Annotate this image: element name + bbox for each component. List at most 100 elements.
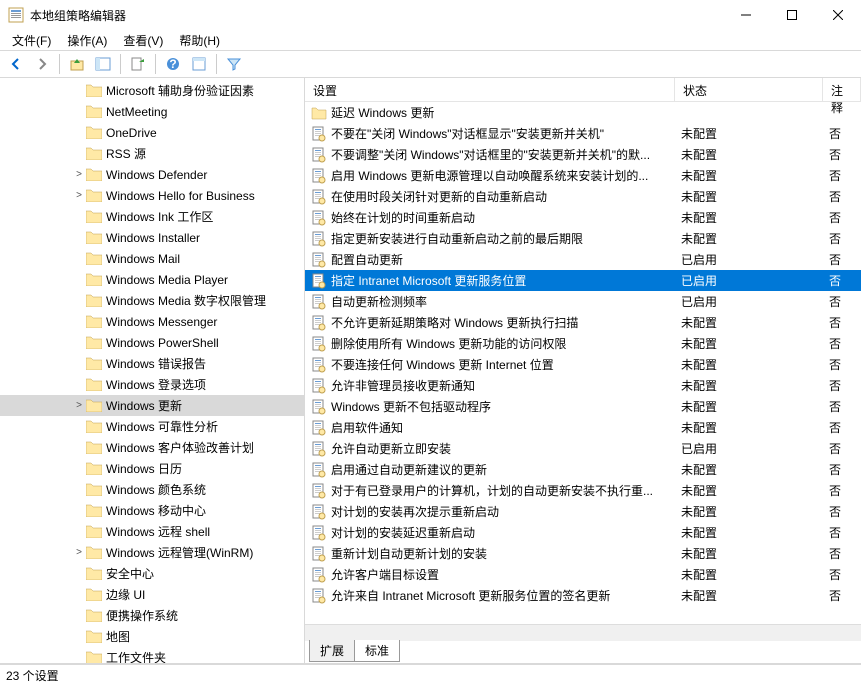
list-row[interactable]: 延迟 Windows 更新: [305, 102, 861, 123]
tree-item[interactable]: Windows 颜色系统: [0, 479, 304, 500]
show-hide-tree-button[interactable]: [91, 52, 115, 76]
comment-cell: 否: [823, 314, 861, 331]
tree-item[interactable]: 工作文件夹: [0, 647, 304, 663]
setting-label: 不要连接任何 Windows 更新 Internet 位置: [331, 356, 554, 373]
tree-item[interactable]: NetMeeting: [0, 101, 304, 122]
list-row[interactable]: 允许非管理员接收更新通知未配置否: [305, 375, 861, 396]
tree-item[interactable]: Windows Media 数字权限管理: [0, 290, 304, 311]
list-body[interactable]: 延迟 Windows 更新不要在"关闭 Windows"对话框显示"安装更新并关…: [305, 102, 861, 624]
svg-text:?: ?: [169, 57, 176, 71]
tree-item[interactable]: Windows 客户体验改善计划: [0, 437, 304, 458]
list-row[interactable]: 允许来自 Intranet Microsoft 更新服务位置的签名更新未配置否: [305, 585, 861, 606]
list-row[interactable]: 删除使用所有 Windows 更新功能的访问权限未配置否: [305, 333, 861, 354]
properties-button[interactable]: [187, 52, 211, 76]
list-row[interactable]: Windows 更新不包括驱动程序未配置否: [305, 396, 861, 417]
maximize-button[interactable]: [769, 0, 815, 30]
filter-button[interactable]: [222, 52, 246, 76]
list-row[interactable]: 不允许更新延期策略对 Windows 更新执行扫描未配置否: [305, 312, 861, 333]
tree-item[interactable]: 地图: [0, 626, 304, 647]
horizontal-scrollbar[interactable]: [305, 624, 861, 641]
list-row[interactable]: 不要调整"关闭 Windows"对话框里的"安装更新并关机"的默...未配置否: [305, 144, 861, 165]
up-button[interactable]: [65, 52, 89, 76]
tree-item[interactable]: >Windows 远程管理(WinRM): [0, 542, 304, 563]
tree-item-label: 地图: [106, 628, 130, 645]
list-row[interactable]: 不要在"关闭 Windows"对话框显示"安装更新并关机"未配置否: [305, 123, 861, 144]
menu-view[interactable]: 查看(V): [115, 30, 171, 51]
tree-item[interactable]: Windows 可靠性分析: [0, 416, 304, 437]
help-button[interactable]: ?: [161, 52, 185, 76]
expander-icon[interactable]: >: [72, 190, 86, 201]
tree-item-label: Windows Media 数字权限管理: [106, 292, 266, 309]
menu-action[interactable]: 操作(A): [59, 30, 115, 51]
minimize-button[interactable]: [723, 0, 769, 30]
tree-item[interactable]: >Windows Hello for Business: [0, 185, 304, 206]
expander-icon[interactable]: >: [72, 547, 86, 558]
list-row[interactable]: 启用软件通知未配置否: [305, 417, 861, 438]
list-row[interactable]: 允许自动更新立即安装已启用否: [305, 438, 861, 459]
expander-icon[interactable]: >: [72, 400, 86, 411]
list-row[interactable]: 始终在计划的时间重新启动未配置否: [305, 207, 861, 228]
column-setting[interactable]: 设置: [305, 78, 675, 101]
list-row[interactable]: 对计划的安装再次提示重新启动未配置否: [305, 501, 861, 522]
back-button[interactable]: [4, 52, 28, 76]
state-cell: 未配置: [675, 377, 823, 394]
tab-standard[interactable]: 标准: [354, 640, 400, 662]
list-row[interactable]: 指定 Intranet Microsoft 更新服务位置已启用否: [305, 270, 861, 291]
tree-item-label: 边缘 UI: [106, 586, 145, 603]
column-state[interactable]: 状态: [675, 78, 823, 101]
list-row[interactable]: 在使用时段关闭针对更新的自动重新启动未配置否: [305, 186, 861, 207]
tree-item[interactable]: >Windows 更新: [0, 395, 304, 416]
menu-help[interactable]: 帮助(H): [171, 30, 228, 51]
column-comment[interactable]: 注释: [823, 78, 861, 101]
tree-item[interactable]: Windows Messenger: [0, 311, 304, 332]
list-row[interactable]: 配置自动更新已启用否: [305, 249, 861, 270]
comment-cell: 否: [823, 125, 861, 142]
list-row[interactable]: 允许客户端目标设置未配置否: [305, 564, 861, 585]
menu-file[interactable]: 文件(F): [4, 30, 59, 51]
state-cell: 已启用: [675, 251, 823, 268]
tree-item[interactable]: Windows 日历: [0, 458, 304, 479]
tree-item[interactable]: 便携操作系统: [0, 605, 304, 626]
tree-item[interactable]: OneDrive: [0, 122, 304, 143]
tree-item[interactable]: Windows PowerShell: [0, 332, 304, 353]
tree-item-label: Windows 登录选项: [106, 376, 206, 393]
list-row[interactable]: 不要连接任何 Windows 更新 Internet 位置未配置否: [305, 354, 861, 375]
policy-icon: [311, 504, 327, 520]
close-button[interactable]: [815, 0, 861, 30]
state-cell: 未配置: [675, 314, 823, 331]
list-row[interactable]: 启用通过自动更新建议的更新未配置否: [305, 459, 861, 480]
tree-item[interactable]: Windows 移动中心: [0, 500, 304, 521]
tree-item[interactable]: Windows Ink 工作区: [0, 206, 304, 227]
list-row[interactable]: 重新计划自动更新计划的安装未配置否: [305, 543, 861, 564]
tree-item[interactable]: Windows 远程 shell: [0, 521, 304, 542]
tree-item[interactable]: >Windows Defender: [0, 164, 304, 185]
list-row[interactable]: 对于有已登录用户的计算机，计划的自动更新安装不执行重...未配置否: [305, 480, 861, 501]
tree-item[interactable]: 边缘 UI: [0, 584, 304, 605]
tree-scroll[interactable]: Microsoft 辅助身份验证因素 NetMeetingOneDriveRSS …: [0, 78, 304, 663]
policy-icon: [311, 441, 327, 457]
policy-icon: [311, 336, 327, 352]
tree-item[interactable]: Windows 登录选项: [0, 374, 304, 395]
list-row[interactable]: 启用 Windows 更新电源管理以自动唤醒系统来安装计划的...未配置否: [305, 165, 861, 186]
tree-item[interactable]: RSS 源: [0, 143, 304, 164]
expander-icon[interactable]: >: [72, 169, 86, 180]
list-row[interactable]: 自动更新检测频率已启用否: [305, 291, 861, 312]
tree-item[interactable]: Windows Installer: [0, 227, 304, 248]
setting-label: 不要调整"关闭 Windows"对话框里的"安装更新并关机"的默...: [331, 146, 650, 163]
export-button[interactable]: [126, 52, 150, 76]
comment-cell: 否: [823, 503, 861, 520]
forward-button[interactable]: [30, 52, 54, 76]
comment-cell: 否: [823, 335, 861, 352]
tree-item[interactable]: Windows 错误报告: [0, 353, 304, 374]
tree-item[interactable]: Windows Mail: [0, 248, 304, 269]
tree-item[interactable]: 安全中心: [0, 563, 304, 584]
tree-item[interactable]: Microsoft 辅助身份验证因素: [0, 80, 304, 101]
list-row[interactable]: 对计划的安装延迟重新启动未配置否: [305, 522, 861, 543]
tab-extended[interactable]: 扩展: [309, 640, 355, 662]
policy-icon: [311, 525, 327, 541]
state-cell: 未配置: [675, 125, 823, 142]
comment-cell: 否: [823, 209, 861, 226]
tree-item-label: Microsoft 辅助身份验证因素: [106, 82, 254, 99]
tree-item[interactable]: Windows Media Player: [0, 269, 304, 290]
list-row[interactable]: 指定更新安装进行自动重新启动之前的最后期限未配置否: [305, 228, 861, 249]
